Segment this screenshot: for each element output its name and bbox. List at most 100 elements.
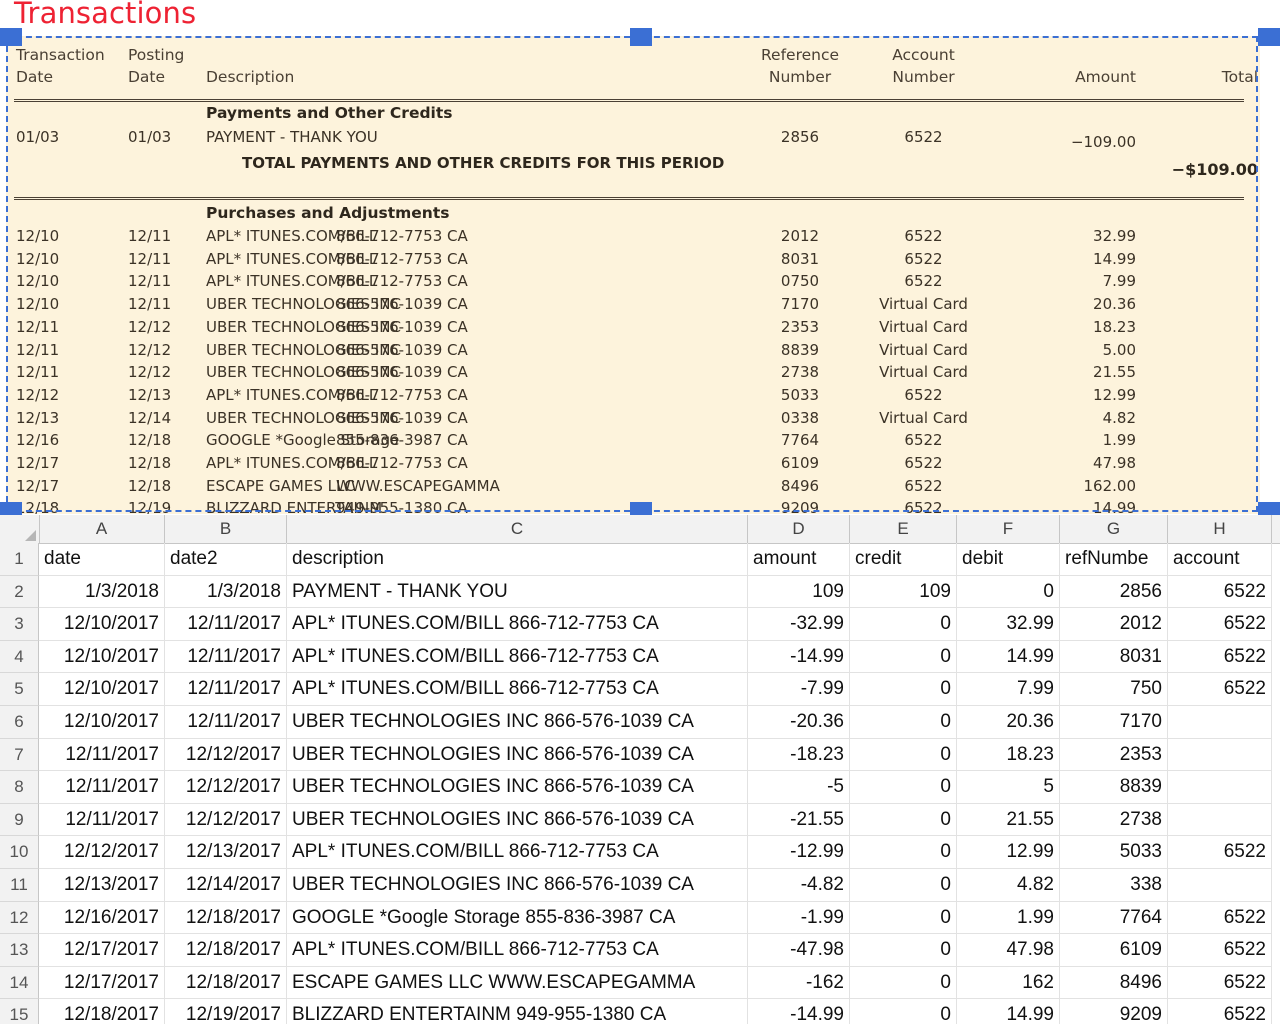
cell-C15[interactable]: BLIZZARD ENTERTAINM 949-955-1380 CA (287, 999, 748, 1024)
cell-E14[interactable]: 0 (850, 967, 957, 1000)
row-header-10[interactable]: 10 (0, 836, 39, 869)
cell-D6[interactable]: -20.36 (748, 706, 850, 739)
cell-G6[interactable]: 7170 (1060, 706, 1168, 739)
cell-C9[interactable]: UBER TECHNOLOGIES INC 866-576-1039 CA (287, 804, 748, 837)
cell-header-E[interactable]: credit (850, 543, 957, 576)
cell-H11[interactable] (1168, 869, 1272, 902)
cell-H14[interactable]: 6522 (1168, 967, 1272, 1000)
cell-D7[interactable]: -18.23 (748, 739, 850, 772)
row-header-8[interactable]: 8 (0, 771, 39, 804)
cell-C11[interactable]: UBER TECHNOLOGIES INC 866-576-1039 CA (287, 869, 748, 902)
cell-D2[interactable]: 109 (748, 576, 850, 609)
resize-handle-top-center[interactable] (630, 28, 652, 46)
row-header-7[interactable]: 7 (0, 739, 39, 772)
cell-D5[interactable]: -7.99 (748, 673, 850, 706)
cell-C2[interactable]: PAYMENT - THANK YOU (287, 576, 748, 609)
cell-E3[interactable]: 0 (850, 608, 957, 641)
cell-F5[interactable]: 7.99 (957, 673, 1060, 706)
cell-D3[interactable]: -32.99 (748, 608, 850, 641)
cell-H3[interactable]: 6522 (1168, 608, 1272, 641)
spreadsheet[interactable]: ABCDEFGH 123456789101112131415 datedate2… (0, 515, 1280, 1024)
cell-E15[interactable]: 0 (850, 999, 957, 1024)
cell-D14[interactable]: -162 (748, 967, 850, 1000)
cell-E5[interactable]: 0 (850, 673, 957, 706)
cell-F13[interactable]: 47.98 (957, 934, 1060, 967)
cell-G13[interactable]: 6109 (1060, 934, 1168, 967)
cell-header-G[interactable]: refNumbe (1060, 543, 1168, 576)
cell-A7[interactable]: 12/11/2017 (39, 739, 165, 772)
cell-G14[interactable]: 8496 (1060, 967, 1168, 1000)
column-header-e[interactable]: E (850, 515, 957, 543)
cell-B11[interactable]: 12/14/2017 (165, 869, 287, 902)
cell-A3[interactable]: 12/10/2017 (39, 608, 165, 641)
cell-H5[interactable]: 6522 (1168, 673, 1272, 706)
cell-F9[interactable]: 21.55 (957, 804, 1060, 837)
cell-B14[interactable]: 12/18/2017 (165, 967, 287, 1000)
cell-A2[interactable]: 1/3/2018 (39, 576, 165, 609)
cell-B6[interactable]: 12/11/2017 (165, 706, 287, 739)
cell-D9[interactable]: -21.55 (748, 804, 850, 837)
column-header-g[interactable]: G (1060, 515, 1168, 543)
cell-header-H[interactable]: account (1168, 543, 1272, 576)
cell-F3[interactable]: 32.99 (957, 608, 1060, 641)
column-header-d[interactable]: D (748, 515, 850, 543)
cell-F2[interactable]: 0 (957, 576, 1060, 609)
cell-B12[interactable]: 12/18/2017 (165, 902, 287, 935)
cell-D11[interactable]: -4.82 (748, 869, 850, 902)
column-header-b[interactable]: B (165, 515, 287, 543)
cell-header-D[interactable]: amount (748, 543, 850, 576)
cell-E4[interactable]: 0 (850, 641, 957, 674)
cell-G11[interactable]: 338 (1060, 869, 1168, 902)
cell-F7[interactable]: 18.23 (957, 739, 1060, 772)
cell-D13[interactable]: -47.98 (748, 934, 850, 967)
cell-B13[interactable]: 12/18/2017 (165, 934, 287, 967)
cell-H15[interactable]: 6522 (1168, 999, 1272, 1024)
cell-A4[interactable]: 12/10/2017 (39, 641, 165, 674)
statement-image[interactable]: Transaction Date Posting Date Descriptio… (6, 36, 1260, 514)
column-header-c[interactable]: C (287, 515, 748, 543)
cell-C6[interactable]: UBER TECHNOLOGIES INC 866-576-1039 CA (287, 706, 748, 739)
cell-C14[interactable]: ESCAPE GAMES LLC WWW.ESCAPEGAMMA (287, 967, 748, 1000)
cell-B9[interactable]: 12/12/2017 (165, 804, 287, 837)
cell-B7[interactable]: 12/12/2017 (165, 739, 287, 772)
cell-E9[interactable]: 0 (850, 804, 957, 837)
cell-A12[interactable]: 12/16/2017 (39, 902, 165, 935)
cell-header-A[interactable]: date (39, 543, 165, 576)
cell-E7[interactable]: 0 (850, 739, 957, 772)
cell-H2[interactable]: 6522 (1168, 576, 1272, 609)
cell-G5[interactable]: 750 (1060, 673, 1168, 706)
row-header-13[interactable]: 13 (0, 934, 39, 967)
cell-G4[interactable]: 8031 (1060, 641, 1168, 674)
cell-C4[interactable]: APL* ITUNES.COM/BILL 866-712-7753 CA (287, 641, 748, 674)
cell-H4[interactable]: 6522 (1168, 641, 1272, 674)
cell-E13[interactable]: 0 (850, 934, 957, 967)
cell-H10[interactable]: 6522 (1168, 836, 1272, 869)
row-header-9[interactable]: 9 (0, 804, 39, 837)
cell-B15[interactable]: 12/19/2017 (165, 999, 287, 1024)
cell-E6[interactable]: 0 (850, 706, 957, 739)
cell-G7[interactable]: 2353 (1060, 739, 1168, 772)
cell-H9[interactable] (1168, 804, 1272, 837)
cell-F6[interactable]: 20.36 (957, 706, 1060, 739)
row-header-12[interactable]: 12 (0, 902, 39, 935)
cell-B5[interactable]: 12/11/2017 (165, 673, 287, 706)
cell-D4[interactable]: -14.99 (748, 641, 850, 674)
cell-G2[interactable]: 2856 (1060, 576, 1168, 609)
cell-H12[interactable]: 6522 (1168, 902, 1272, 935)
cell-C5[interactable]: APL* ITUNES.COM/BILL 866-712-7753 CA (287, 673, 748, 706)
resize-handle-top-right[interactable] (1258, 28, 1280, 46)
cell-A10[interactable]: 12/12/2017 (39, 836, 165, 869)
cell-G9[interactable]: 2738 (1060, 804, 1168, 837)
cell-B4[interactable]: 12/11/2017 (165, 641, 287, 674)
cell-B3[interactable]: 12/11/2017 (165, 608, 287, 641)
cell-C7[interactable]: UBER TECHNOLOGIES INC 866-576-1039 CA (287, 739, 748, 772)
cell-header-B[interactable]: date2 (165, 543, 287, 576)
cell-C12[interactable]: GOOGLE *Google Storage 855-836-3987 CA (287, 902, 748, 935)
row-header-15[interactable]: 15 (0, 999, 39, 1024)
cell-G15[interactable]: 9209 (1060, 999, 1168, 1024)
cell-E8[interactable]: 0 (850, 771, 957, 804)
cell-G8[interactable]: 8839 (1060, 771, 1168, 804)
select-all-corner[interactable] (0, 515, 40, 543)
cell-C13[interactable]: APL* ITUNES.COM/BILL 866-712-7753 CA (287, 934, 748, 967)
cell-C8[interactable]: UBER TECHNOLOGIES INC 866-576-1039 CA (287, 771, 748, 804)
